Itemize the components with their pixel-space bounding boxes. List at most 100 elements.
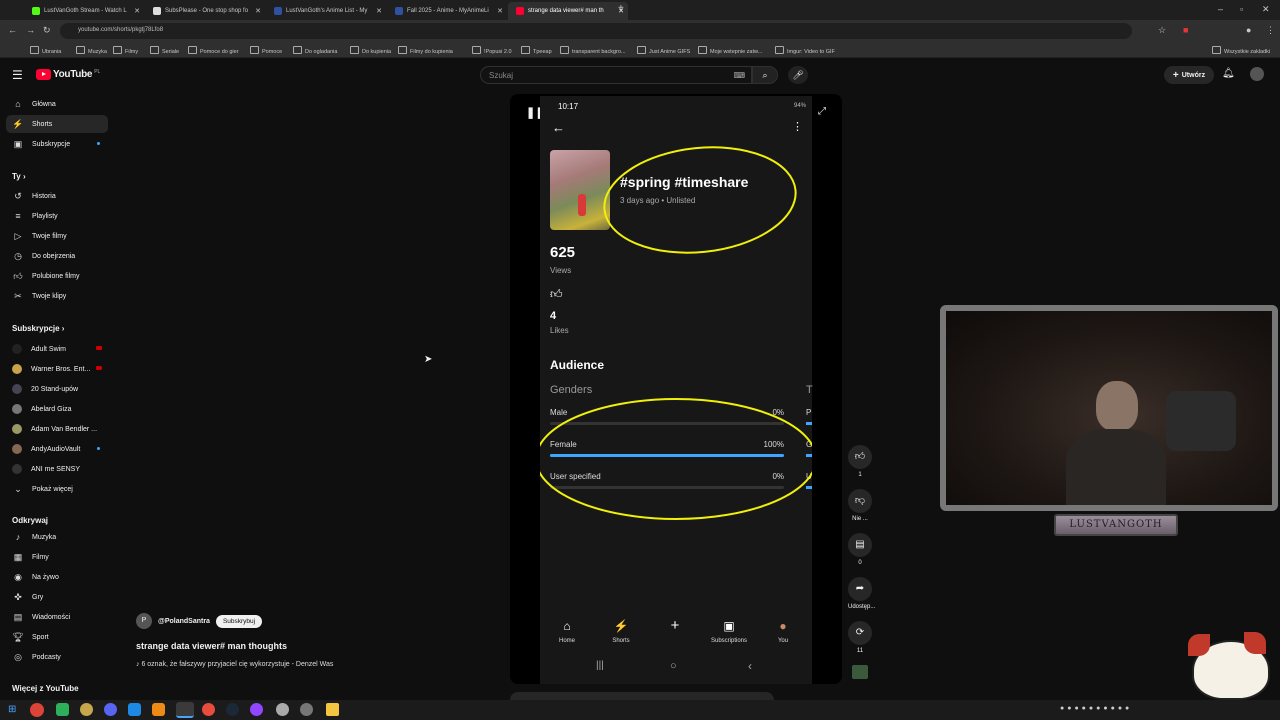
share-button[interactable]: ➦ Udostęp... xyxy=(848,577,875,610)
sidebar-item[interactable]: ⌂ Główna xyxy=(6,95,108,113)
browser-tab[interactable]: strange data viewer# man th ✕ xyxy=(508,2,628,20)
avatar[interactable] xyxy=(1250,67,1264,81)
file-explorer-taskbar-icon[interactable] xyxy=(326,703,339,716)
you-section-header[interactable]: Ty › xyxy=(12,172,26,181)
chrome-taskbar-icon[interactable] xyxy=(30,703,44,717)
app-taskbar-icon-4[interactable] xyxy=(202,703,215,716)
sidebar-item[interactable]: ◷ Do obejrzenia xyxy=(6,247,108,265)
sidebar-item[interactable]: ✜ Gry xyxy=(6,588,108,606)
bookmark-item[interactable]: Seriale xyxy=(150,46,179,55)
sidebar-item[interactable]: ▦ Filmy xyxy=(6,548,108,566)
dislike-button[interactable]: 👎︎ Nie ... xyxy=(848,489,872,522)
app-taskbar-icon-7[interactable] xyxy=(300,703,313,716)
bookmark-item[interactable]: Filmy xyxy=(113,46,138,55)
minimize-icon[interactable]: – xyxy=(1218,4,1223,14)
bookmark-item[interactable]: transparent backgro... xyxy=(560,46,626,55)
remix-button[interactable]: ⟳ 11 xyxy=(848,621,872,654)
subscription-channel[interactable]: ANI me SENSY xyxy=(6,460,108,478)
bookmark-item[interactable]: Pomoce do gier xyxy=(188,46,239,55)
subscriptions-section-header[interactable]: Subskrypcje › xyxy=(12,324,64,333)
sound-button[interactable] xyxy=(848,665,872,679)
show-more-button[interactable]: ⌄ Pokaż więcej xyxy=(6,480,108,498)
bookmark-item[interactable]: Do kupienia xyxy=(350,46,391,55)
app-taskbar-icon-2[interactable] xyxy=(80,703,93,716)
app-taskbar-icon-5[interactable] xyxy=(250,703,263,716)
comments-button[interactable]: ▤ 0 xyxy=(848,533,872,566)
bookmark-star-icon[interactable]: ☆ xyxy=(1158,25,1166,36)
sidebar-item[interactable]: ♪ Muzyka xyxy=(6,528,108,546)
url-field[interactable]: youtube.com/shorts/pkgtj78Lfo8 xyxy=(60,23,1132,39)
tab-close-icon[interactable]: ✕ xyxy=(255,7,261,15)
browser-tab[interactable]: LustVanGoth's Anime List - My ✕ xyxy=(266,2,386,20)
sidebar-item[interactable]: ≡ Playlisty xyxy=(6,207,108,225)
hamburger-menu-icon[interactable]: ☰ xyxy=(12,68,23,82)
subscription-channel[interactable]: Adam Van Bendler ... xyxy=(6,420,108,438)
search-input[interactable]: Szukaj ⌨ xyxy=(480,66,752,84)
sidebar-item[interactable]: ⚡ Shorts xyxy=(6,115,108,133)
new-tab-icon[interactable]: + xyxy=(618,3,624,14)
notifications-bell-icon[interactable]: 🔔︎ xyxy=(1222,68,1235,79)
close-window-icon[interactable]: ✕ xyxy=(1262,4,1270,15)
profile-icon[interactable]: ● xyxy=(1246,25,1251,35)
vlc-taskbar-icon[interactable] xyxy=(152,703,165,716)
tab-close-icon[interactable]: ✕ xyxy=(497,7,503,15)
keyboard-icon[interactable]: ⌨ xyxy=(733,71,745,80)
sidebar-item[interactable]: ▷ Twoje filmy xyxy=(6,227,108,245)
bookmark-item[interactable]: Filmy do kupienia xyxy=(398,46,453,55)
back-icon[interactable]: ← xyxy=(8,25,17,35)
tab-close-icon[interactable]: ✕ xyxy=(376,7,382,15)
sidebar-item[interactable]: ◉ Na żywo xyxy=(6,568,108,586)
fullscreen-icon[interactable]: ⤢ xyxy=(818,106,826,117)
system-tray-icons[interactable]: ●●●●●●●●●● xyxy=(1060,705,1132,712)
shorts-player[interactable]: ❚❚ 🔊︎ CC ⋮ ⤢ 10:17 94% ← ⋮ #spring #time… xyxy=(510,94,842,684)
short-title[interactable]: strange data viewer# man thoughts xyxy=(136,641,287,651)
bookmark-item[interactable]: Just Anime GIFS xyxy=(637,46,690,55)
like-button[interactable]: 👍︎ 1 xyxy=(848,445,872,478)
sidebar-item[interactable]: ▣ Subskrypcje xyxy=(6,135,108,153)
subscription-channel[interactable]: Adult Swim xyxy=(6,340,108,358)
create-button[interactable]: + Utwórz xyxy=(1164,66,1214,84)
bookmark-item[interactable]: Muzyka xyxy=(76,46,107,55)
bookmark-item[interactable]: Pomoce xyxy=(250,46,282,55)
bookmark-item[interactable]: Moje wstepnie zatw... xyxy=(698,46,762,55)
next-short-preview[interactable] xyxy=(510,692,774,700)
sidebar-item[interactable]: ✂ Twoje klipy xyxy=(6,287,108,305)
sidebar-item[interactable]: ▤ Wiadomości xyxy=(6,608,108,626)
browser-tab[interactable]: Fall 2025 - Anime - MyAnimeLi ✕ xyxy=(387,2,507,20)
voice-search-button[interactable]: 🎤︎ xyxy=(788,66,808,84)
browser-tab[interactable]: SubsPlease - One stop shop fo ✕ xyxy=(145,2,265,20)
search-button[interactable]: ⌕ xyxy=(752,66,778,84)
browser-tab[interactable]: LustVanGoth Stream - Watch L ✕ xyxy=(24,2,144,20)
subscription-channel[interactable]: 20 Stand-upów xyxy=(6,380,108,398)
sidebar-item[interactable]: ◎ Podcasty xyxy=(6,648,108,666)
explore-section-header[interactable]: Odkrywaj xyxy=(12,516,48,525)
tab-close-icon[interactable]: ✕ xyxy=(134,7,140,15)
menu-icon[interactable]: ⋮ xyxy=(1266,25,1275,36)
bookmark-item[interactable]: !Popusi 2.0 xyxy=(472,46,512,55)
bookmark-item[interactable]: Tpeeap xyxy=(521,46,552,55)
youtube-logo[interactable]: YouTube PL xyxy=(36,69,100,80)
app-taskbar-icon-3[interactable] xyxy=(128,703,141,716)
channel-avatar[interactable]: P xyxy=(136,613,152,629)
sidebar-item[interactable]: 👍︎ Polubione filmy xyxy=(6,267,108,285)
maximize-icon[interactable]: ▫ xyxy=(1240,4,1243,14)
bookmark-item[interactable]: Ubrania xyxy=(30,46,61,55)
subscription-channel[interactable]: Warner Bros. Ent... xyxy=(6,360,108,378)
forward-icon[interactable]: → xyxy=(26,25,35,35)
app-taskbar-icon-6[interactable] xyxy=(276,703,289,716)
bookmark-item[interactable]: Do ogladania xyxy=(293,46,337,55)
bookmark-item[interactable]: Imgur: Video to GIF xyxy=(775,46,835,55)
start-menu-icon[interactable]: ⊞ xyxy=(8,704,16,715)
sidebar-item[interactable]: 🏆︎ Sport xyxy=(6,628,108,646)
steam-taskbar-icon[interactable] xyxy=(226,703,239,716)
active-app-taskbar-icon[interactable] xyxy=(176,702,194,718)
app-taskbar-icon-1[interactable] xyxy=(56,703,69,716)
subscribe-button[interactable]: Subskrybuj xyxy=(215,614,263,628)
reload-icon[interactable]: ↻ xyxy=(43,25,51,36)
channel-name[interactable]: @PolandSantra xyxy=(158,618,210,625)
subscription-channel[interactable]: Abelard Giza xyxy=(6,400,108,418)
discord-taskbar-icon[interactable] xyxy=(104,703,117,716)
music-label[interactable]: ♪ 6 oznak, że fałszywy przyjaciel cię wy… xyxy=(136,661,333,668)
bookmark-item[interactable]: Wszystkie zakladki xyxy=(1212,46,1270,55)
extension-icon[interactable]: ■ xyxy=(1183,25,1188,35)
